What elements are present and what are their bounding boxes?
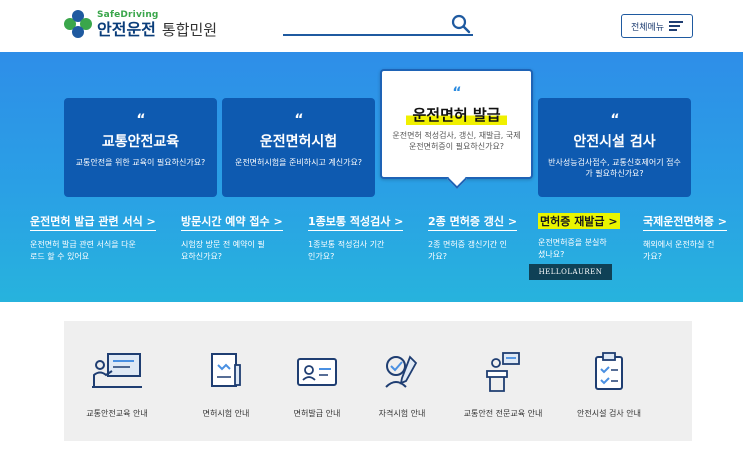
- card-title: 교통안전교육: [101, 134, 180, 150]
- quick-item-label: 교통안전 전문교육 안내: [463, 409, 543, 418]
- quote-icon: “: [452, 85, 461, 101]
- main-banner: “ 교통안전교육 교통안전을 위한 교육이 필요하신가요? “ 운전면허시험 운…: [0, 52, 743, 302]
- hamburger-icon: [669, 21, 684, 31]
- link-desc: 1종보통 적성검사 기간인가요?: [308, 240, 385, 261]
- quick-item-professional-education[interactable]: 교통안전 전문교육 안내: [453, 321, 553, 441]
- all-menu-label: 전체메뉴: [630, 22, 665, 33]
- quick-item-facility-inspection[interactable]: 안전시설 검사 안내: [559, 321, 659, 441]
- quick-menu: 교통안전교육 안내 면허시험 안내 면허발급 안내 자격시험 안내 교통안전 전…: [64, 321, 692, 441]
- card-license-exam[interactable]: “ 운전면허시험 운전면허시험을 준비하시고 계신가요?: [222, 98, 375, 197]
- quote-icon: “: [610, 112, 619, 128]
- link-desc: 운전면허 발급 관련 서식을 다운로드 할 수 있어요: [30, 240, 136, 261]
- card-license-issue[interactable]: “ 운전면허 발급 운전면허 적성검사, 갱신, 재발급, 국제운전면허증이 필…: [380, 69, 533, 189]
- site-header: SafeDriving 안전운전 통합민원 전체메뉴: [0, 0, 743, 52]
- link-international-license[interactable]: 국제운전면허증 > 해외에서 운전하실 건가요?: [643, 210, 727, 262]
- site-logo[interactable]: SafeDriving 안전운전 통합민원: [64, 10, 217, 38]
- link-desc: 운전면허증을 분실하셨나요?: [538, 238, 607, 259]
- card-safety-facility[interactable]: “ 안전시설 검사 반사성능검사접수, 교통신호제어기 접수가 필요하신가요?: [538, 98, 691, 197]
- link-title[interactable]: 면허증 재발급 >: [538, 213, 620, 229]
- quick-item-qualification-exam[interactable]: 자격시험 안내: [352, 321, 452, 441]
- link-license-renewal[interactable]: 2종 면허증 갱신 > 2종 면허증 갱신기간 인가요?: [428, 210, 518, 262]
- watermark-badge: HELLOLAUREN: [529, 264, 612, 280]
- search-icon[interactable]: [451, 14, 471, 34]
- checklist-icon: [595, 352, 623, 390]
- link-title[interactable]: 국제운전면허증 >: [643, 213, 727, 231]
- card-desc: 반사성능검사접수, 교통신호제어기 접수가 필요하신가요?: [548, 158, 681, 179]
- link-issue-forms[interactable]: 운전면허 발급 관련 서식 > 운전면허 발급 관련 서식을 다운로드 할 수 …: [30, 210, 156, 262]
- link-desc: 2종 면허증 갱신기간 인가요?: [428, 240, 507, 261]
- link-visit-reservation[interactable]: 방문시간 예약 접수 > 시험장 방문 전 예약이 필요하신가요?: [181, 210, 283, 262]
- logo-korean-main: 안전운전: [97, 19, 156, 39]
- link-desc: 해외에서 운전하실 건가요?: [643, 240, 715, 261]
- logo-english-text: SafeDriving: [97, 9, 159, 20]
- link-title[interactable]: 2종 면허증 갱신 >: [428, 213, 518, 231]
- card-title: 운전면허시험: [259, 134, 338, 150]
- link-desc: 시험장 방문 전 예약이 필요하신가요?: [181, 240, 265, 261]
- license-card-icon: [297, 358, 337, 386]
- card-desc: 운전면허 적성검사, 갱신, 재발급, 국제운전면허증이 필요하신가요?: [392, 131, 521, 152]
- logo-korean-sub: 통합민원: [161, 20, 218, 39]
- quick-item-license-exam[interactable]: 면허시험 안내: [176, 321, 276, 441]
- card-title: 운전면허 발급: [406, 104, 507, 125]
- quick-item-traffic-education[interactable]: 교통안전교육 안내: [67, 321, 167, 441]
- card-desc: 교통안전을 위한 교육이 필요하신가요?: [75, 158, 206, 167]
- qualification-pen-icon: [385, 355, 418, 388]
- link-title[interactable]: 1종보통 적성검사 >: [308, 213, 404, 231]
- search-input[interactable]: [283, 14, 473, 36]
- quick-item-label: 안전시설 검사 안내: [577, 409, 641, 418]
- quick-item-label: 면허시험 안내: [202, 409, 250, 418]
- all-menu-button[interactable]: 전체메뉴: [621, 14, 693, 38]
- quick-item-label: 교통안전교육 안내: [86, 409, 148, 418]
- lecture-podium-icon: [486, 352, 520, 392]
- link-title[interactable]: 방문시간 예약 접수 >: [181, 213, 283, 231]
- speech-bubble-tail: [446, 169, 467, 189]
- safedriving-logo-icon: [64, 10, 92, 38]
- card-traffic-education[interactable]: “ 교통안전교육 교통안전을 위한 교육이 필요하신가요?: [64, 98, 217, 197]
- quick-item-label: 자격시험 안내: [378, 409, 426, 418]
- link-aptitude-test[interactable]: 1종보통 적성검사 > 1종보통 적성검사 기간인가요?: [308, 210, 404, 262]
- card-desc: 운전면허시험을 준비하시고 계신가요?: [234, 158, 363, 167]
- link-license-reissue[interactable]: 면허증 재발급 > 운전면허증을 분실하셨나요?: [538, 210, 620, 260]
- presentation-board-icon: [92, 353, 142, 388]
- quote-icon: “: [294, 112, 303, 128]
- quote-icon: “: [136, 112, 145, 128]
- link-title[interactable]: 운전면허 발급 관련 서식 >: [30, 213, 156, 231]
- card-title: 안전시설 검사: [573, 134, 656, 150]
- exam-document-icon: [211, 353, 241, 387]
